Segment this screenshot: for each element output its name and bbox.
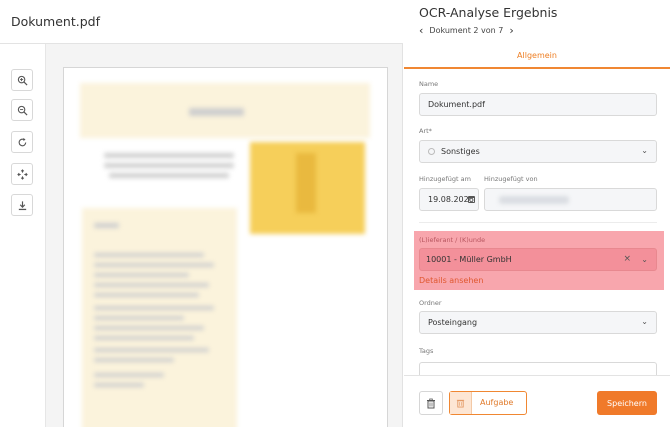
trash-icon [456,399,465,408]
panel-title: OCR-Analyse Ergebnis [419,5,558,20]
art-label: Art* [419,127,432,135]
supplier-value: 10001 - Müller GmbH [426,255,512,264]
page-text-blur [94,336,194,340]
added-by-field [484,188,657,211]
name-field[interactable]: Dokument.pdf [419,93,657,116]
name-label: Name [419,80,439,88]
supplier-select[interactable]: 10001 - Müller GmbH × ⌄ [419,248,657,271]
ordner-value: Posteingang [428,318,478,327]
document-navigator: ‹ Dokument 2 von 7 › [419,23,514,37]
page-text-blur [94,348,209,352]
next-document-button[interactable]: › [509,25,513,36]
tab-allgemein[interactable]: Allgemein [404,51,670,60]
page-text-blur [94,293,199,297]
rotate-icon [18,137,26,146]
page-text-blur [104,153,234,158]
page-highlight-text [296,153,316,213]
chevron-down-icon: ⌄ [641,255,648,264]
added-by-label: Hinzugefügt von [484,175,538,183]
save-button[interactable]: Speichern [597,391,657,415]
added-by-value-blurred [499,195,569,204]
page-text-blur [94,316,184,320]
circle-icon [428,148,435,155]
chevron-down-icon: ⌄ [641,146,648,155]
zoom-out-icon [17,105,28,116]
zoom-in-button[interactable] [11,69,33,91]
page-text-blur [94,383,144,387]
page-text-blur [94,273,189,277]
task-button[interactable]: Aufgabe [449,391,527,415]
page-text-blur [94,373,164,377]
page-text-blur [94,253,204,257]
name-value: Dokument.pdf [428,100,485,109]
divider [419,222,657,223]
task-label: Aufgabe [480,398,514,407]
page-text-blur [109,173,229,178]
document-viewer: Dokument.pdf [0,0,403,427]
tags-label: Tags [419,347,434,355]
download-button[interactable] [11,194,33,216]
zoom-out-button[interactable] [11,99,33,121]
viewer-header: Dokument.pdf [0,0,403,44]
page-text-blur [104,163,234,168]
download-icon [18,200,26,210]
fit-icon [16,168,28,180]
added-at-field[interactable]: 19.08.2026 [419,188,479,211]
ordner-label: Ordner [419,299,442,307]
page-text-blur [94,223,119,228]
panel-tab-bar: Allgemein [404,43,670,69]
previous-document-button[interactable]: ‹ [419,25,423,36]
rotate-button[interactable] [11,131,33,153]
page-text-blur [94,326,204,330]
art-value: Sonstiges [441,147,480,156]
trash-icon [427,398,435,408]
panel-footer: Aufgabe Speichern [404,375,670,427]
fit-button[interactable] [11,163,33,185]
task-icon-box [450,392,472,414]
page-title-blur [189,108,244,116]
added-at-value: 19.08.2026 [428,195,474,204]
supplier-label: (L)ieferant / (K)unde [419,236,486,244]
ordner-select[interactable]: Posteingang ⌄ [419,311,657,334]
document-position-label: Dokument 2 von 7 [429,25,504,35]
page-text-blur [94,283,209,287]
document-title: Dokument.pdf [11,14,100,29]
viewer-toolbar [0,44,46,427]
clear-icon[interactable]: × [623,254,631,264]
page-text-blur [94,263,214,267]
page-text-blur [94,358,174,362]
added-at-label: Hinzugefügt am [419,175,471,183]
ocr-result-panel: OCR-Analyse Ergebnis ‹ Dokument 2 von 7 … [404,0,670,427]
art-select[interactable]: Sonstiges ⌄ [419,140,657,163]
pdf-page-preview [63,67,388,427]
page-text-blur [94,306,214,310]
calendar-icon [468,196,475,203]
zoom-in-icon [17,75,28,86]
chevron-down-icon: ⌄ [641,317,648,326]
details-link[interactable]: Details ansehen [419,276,483,285]
delete-button[interactable] [419,391,443,415]
